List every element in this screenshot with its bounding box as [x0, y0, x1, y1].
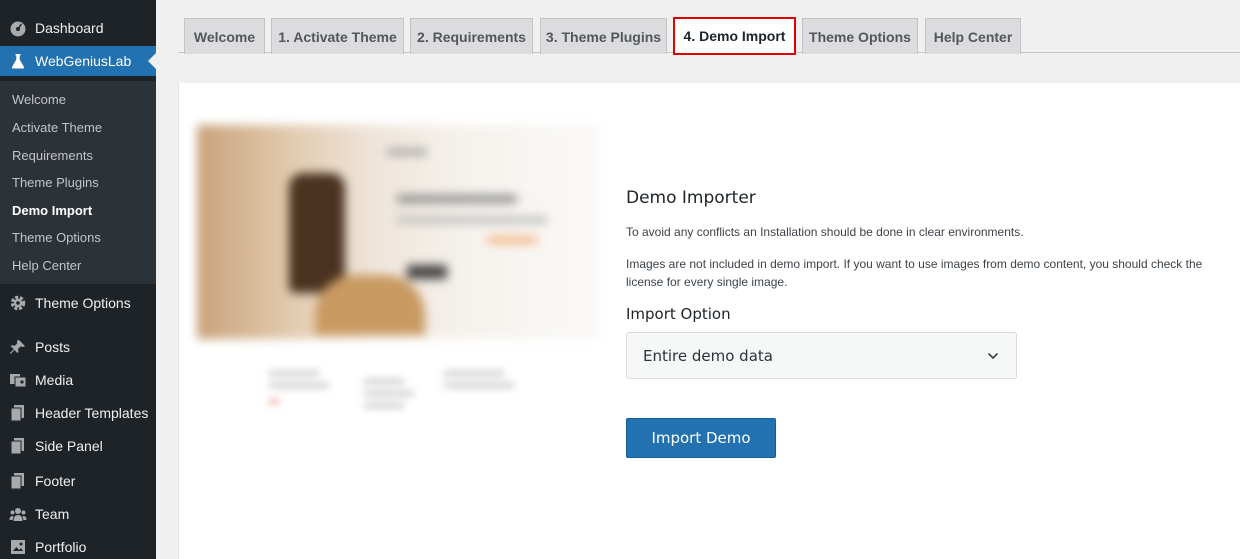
tab-welcome[interactable]: Welcome — [184, 18, 265, 54]
submenu-theme-options[interactable]: Theme Options — [12, 230, 101, 245]
demo-import-panel: Demo Importer To avoid any conflicts an … — [178, 83, 1240, 559]
tab-help-center[interactable]: Help Center — [925, 18, 1021, 54]
current-menu-arrow — [148, 53, 156, 69]
gear-icon — [9, 294, 27, 312]
tab-theme-options[interactable]: Theme Options — [802, 18, 918, 54]
menu-webgeniuslab-label: WebGeniusLab — [35, 53, 132, 69]
menu-dashboard[interactable]: Dashboard — [0, 17, 156, 39]
menu-theme-options[interactable]: Theme Options — [0, 292, 156, 314]
submenu-theme-plugins[interactable]: Theme Plugins — [12, 175, 99, 190]
demo-importer-heading: Demo Importer — [626, 188, 756, 208]
theme-setup-tabs: Welcome 1. Activate Theme 2. Requirement… — [178, 0, 1240, 55]
menu-dashboard-label: Dashboard — [35, 20, 104, 36]
chevron-down-icon — [986, 349, 1000, 363]
submenu-activate-theme[interactable]: Activate Theme — [12, 120, 102, 135]
menu-media[interactable]: Media — [0, 369, 156, 391]
submenu-help-center[interactable]: Help Center — [12, 258, 81, 273]
flask-icon — [9, 52, 27, 70]
menu-team-label: Team — [35, 506, 70, 522]
menu-side-panel-label: Side Panel — [35, 438, 103, 454]
menu-portfolio[interactable]: Portfolio — [0, 536, 156, 558]
menu-team[interactable]: Team — [0, 503, 156, 525]
tab-demo-import[interactable]: 4. Demo Import — [673, 17, 796, 55]
submenu-welcome[interactable]: Welcome — [12, 92, 66, 107]
media-icon — [9, 371, 27, 389]
pages-icon — [9, 437, 27, 455]
menu-footer[interactable]: Footer — [0, 470, 156, 492]
portfolio-icon — [9, 538, 27, 556]
tab-activate-theme[interactable]: 1. Activate Theme — [271, 18, 404, 54]
menu-media-label: Media — [35, 372, 74, 388]
import-option-value: Entire demo data — [643, 346, 773, 365]
menu-header-templates-label: Header Templates — [35, 405, 149, 421]
pages-icon — [9, 404, 27, 422]
submenu-requirements[interactable]: Requirements — [12, 148, 93, 163]
tab-requirements[interactable]: 2. Requirements — [410, 18, 533, 54]
tab-theme-plugins[interactable]: 3. Theme Plugins — [540, 18, 667, 54]
admin-sidebar: Dashboard WebGeniusLab Welcome Activate … — [0, 0, 156, 559]
demo-importer-content: Demo Importer To avoid any conflicts an … — [626, 83, 1226, 559]
menu-theme-options-label: Theme Options — [35, 295, 131, 311]
menu-portfolio-label: Portfolio — [35, 539, 87, 555]
menu-side-panel[interactable]: Side Panel — [0, 435, 156, 457]
import-option-label: Import Option — [626, 305, 731, 323]
groups-icon — [9, 505, 27, 523]
import-option-select[interactable]: Entire demo data — [626, 332, 1017, 379]
menu-footer-label: Footer — [35, 473, 76, 489]
menu-webgeniuslab[interactable]: WebGeniusLab — [0, 46, 156, 76]
menu-posts-label: Posts — [35, 339, 71, 355]
clean-environment-note: To avoid any conflicts an Installation s… — [626, 225, 1024, 239]
import-demo-button[interactable]: Import Demo — [626, 418, 776, 458]
dashboard-gauge-icon — [9, 19, 27, 37]
images-license-note: Images are not included in demo import. … — [626, 257, 1203, 289]
menu-posts[interactable]: Posts — [0, 336, 156, 358]
webgeniuslab-submenu: Welcome Activate Theme Requirements Them… — [0, 81, 156, 284]
menu-header-templates[interactable]: Header Templates — [0, 402, 156, 424]
demo-preview-image — [197, 125, 599, 339]
submenu-demo-import[interactable]: Demo Import — [12, 203, 92, 218]
demo-preview-features — [269, 363, 529, 423]
pages-icon — [9, 472, 27, 490]
pushpin-icon — [9, 338, 27, 356]
